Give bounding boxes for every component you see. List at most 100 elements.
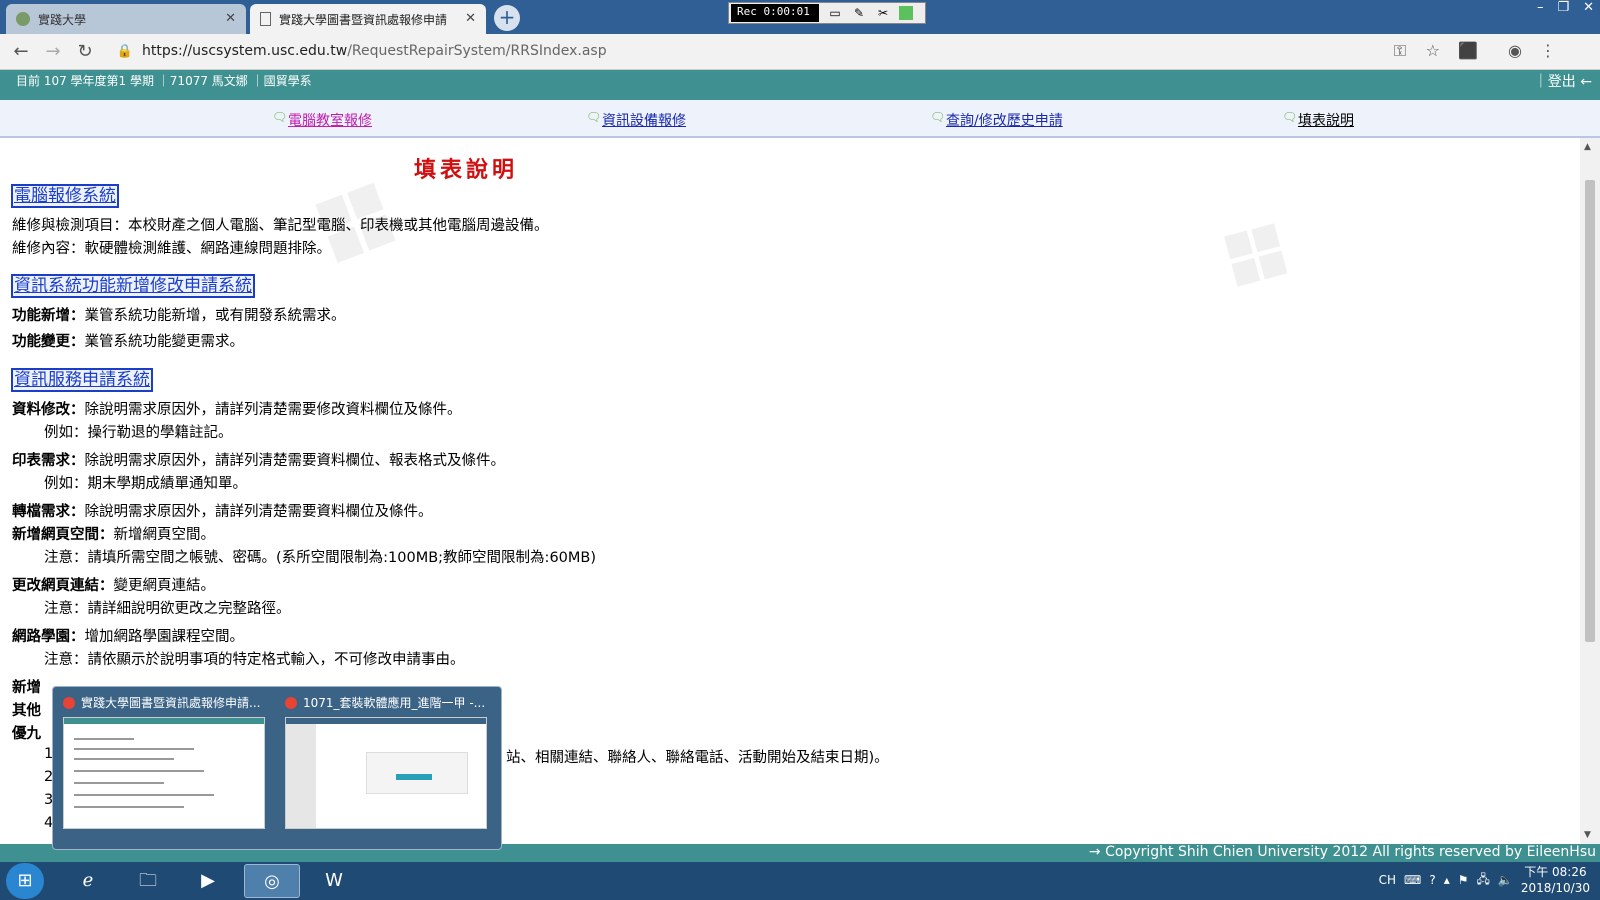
text-line: 更改網頁連結：變更網頁連結。 <box>12 574 215 595</box>
close-icon[interactable]: ✕ <box>225 11 236 26</box>
pdf-icon[interactable]: ⬛ <box>1458 41 1478 60</box>
word-taskbar-icon[interactable]: W <box>306 864 362 898</box>
clock-date: 2018/10/30 <box>1520 881 1590 895</box>
text-line: 其他 <box>12 703 41 719</box>
scroll-down-icon[interactable]: ▼ <box>1584 830 1591 840</box>
section-computer-repair[interactable]: 電腦報修系統 <box>11 184 119 208</box>
tab-usc[interactable]: 實踐大學 ✕ <box>6 4 246 34</box>
back-icon[interactable]: ← <box>10 41 32 62</box>
text-line: 新增 <box>12 680 41 696</box>
menu-history-query[interactable]: 🗨查詢/修改歷史申請 <box>930 110 1063 130</box>
tray-expand-icon[interactable]: ▴ <box>1444 873 1450 887</box>
flag-icon[interactable]: ⚑ <box>1458 873 1469 887</box>
explorer-taskbar-icon[interactable]: 🗀 <box>120 864 176 898</box>
mini-line <box>74 770 204 772</box>
thumbnail-title-text: 實踐大學圖書暨資訊處報修申請... <box>81 696 261 710</box>
screen-icon[interactable]: ▭ <box>827 6 843 20</box>
text-value: 除說明需求原因外，請詳列清楚需要修改資料欄位及條件。 <box>84 402 462 418</box>
recorder-time: Rec 0:00:01 <box>731 4 819 22</box>
minimize-button[interactable]: – <box>1537 0 1544 18</box>
tab-label: 實踐大學 <box>38 12 87 27</box>
keyboard-icon[interactable]: ⌨ <box>1404 873 1421 887</box>
language-indicator[interactable]: CH <box>1379 873 1396 887</box>
page-scrollbar[interactable]: ▲ ▼ <box>1580 138 1600 844</box>
logout-link[interactable]: ｜登出 ← <box>1534 71 1592 91</box>
text-value: 除說明需求原因外，請詳列清楚需要資料欄位、報表格式及條件。 <box>84 453 506 469</box>
key-icon[interactable]: ⚿ <box>1394 41 1406 61</box>
text-key: 資料修改： <box>12 402 85 418</box>
thumbnail-title: 實踐大學圖書暨資訊處報修申請... <box>63 693 269 713</box>
volume-icon[interactable]: 🔈 <box>1498 873 1513 887</box>
menu-label: 填表說明 <box>1298 113 1354 129</box>
url-host: https://uscsystem.usc.edu.tw <box>142 43 348 59</box>
media-player-taskbar-icon[interactable]: ▶ <box>180 864 236 898</box>
comment-icon: 🗨 <box>1282 110 1298 124</box>
text-value: 業管系統功能新增，或有開發系統需求。 <box>84 308 346 324</box>
comment-icon: 🗨 <box>272 110 288 124</box>
star-icon[interactable]: ☆ <box>1426 41 1440 60</box>
thumbnail-title-text: 1071_套裝軟體應用_進階一甲 -... <box>303 696 486 710</box>
menu-instructions[interactable]: 🗨填表說明 <box>1282 110 1354 130</box>
mini-button <box>396 774 432 780</box>
text-line: 注意：請詳細說明欲更改之完整路徑。 <box>44 601 291 617</box>
section-it-service-request[interactable]: 資訊服務申請系統 <box>11 368 153 392</box>
text-line: 功能變更：業管系統功能變更需求。 <box>12 330 244 351</box>
menu-dots-icon[interactable]: ⋮ <box>1540 41 1556 60</box>
mini-bar <box>286 718 486 724</box>
green-square-icon[interactable] <box>899 6 913 20</box>
scissors-icon[interactable]: ✂ <box>875 6 891 20</box>
lock-icon: 🔒 <box>116 44 134 59</box>
thumbnail-title: 1071_套裝軟體應用_進階一甲 -... <box>285 693 491 713</box>
text-key: 轉檔需求： <box>12 504 85 520</box>
tab-repair-system[interactable]: 實踐大學圖書暨資訊處報修申請 ✕ <box>250 4 486 34</box>
menu-label: 資訊設備報修 <box>602 113 686 129</box>
text-line: 印表需求：除說明需求原因外，請詳列清楚需要資料欄位、報表格式及條件。 <box>12 449 505 470</box>
text-line: 轉檔需求：除說明需求原因外，請詳列清楚需要資料欄位及條件。 <box>12 500 433 521</box>
screen-recorder-toolbar: Rec 0:00:01 ▭ ✎ ✂ <box>728 2 926 24</box>
comment-icon: 🗨 <box>930 110 946 124</box>
text-line: 注意：請填所需空間之帳號、密碼。(系所空間限制為:100MB;教師空間限制為:6… <box>44 550 597 566</box>
scroll-thumb[interactable] <box>1585 180 1595 642</box>
reload-icon[interactable]: ↻ <box>74 41 96 62</box>
windows-taskbar: ⊞ ℯ 🗀 ▶ ◎ W CH ⌨ ? ▴ ⚑ 🖧 🔈 下午 08:26 2018… <box>0 862 1600 900</box>
help-icon[interactable]: ? <box>1429 873 1435 887</box>
mini-line <box>74 806 184 808</box>
user-info-bar: 目前 107 學年度第1 學期 ｜71077 馬文娜 ｜國貿學系 ｜登出 ← <box>0 70 1600 100</box>
text-value: 變更網頁連結。 <box>113 578 216 594</box>
ie-taskbar-icon[interactable]: ℯ <box>60 864 116 898</box>
text-key: 網路學園： <box>12 629 85 645</box>
clock[interactable]: 下午 08:26 2018/10/30 <box>1521 864 1590 896</box>
url-path: /RequestRepairSystem/RRSIndex.asp <box>347 43 607 59</box>
account-icon[interactable]: ◉ <box>1508 41 1522 60</box>
new-tab-button[interactable]: + <box>494 5 520 31</box>
mini-sidebar <box>286 724 316 828</box>
text-value: 業管系統功能變更需求。 <box>84 334 245 350</box>
chrome-taskbar-icon[interactable]: ◎ <box>244 864 300 898</box>
thumbnail-repair-window[interactable]: 實踐大學圖書暨資訊處報修申請... <box>63 693 269 841</box>
text-key: 功能新增： <box>12 308 85 324</box>
semester-user-info: 目前 107 學年度第1 學期 ｜71077 馬文娜 ｜國貿學系 <box>16 74 312 88</box>
text-value: 除說明需求原因外，請詳列清楚需要資料欄位及條件。 <box>84 504 433 520</box>
pencil-icon[interactable]: ✎ <box>851 6 867 20</box>
mini-line <box>74 758 174 760</box>
start-button[interactable]: ⊞ <box>6 863 44 899</box>
network-icon[interactable]: 🖧 <box>1476 870 1489 891</box>
url-field[interactable]: https://uscsystem.usc.edu.tw/RequestRepa… <box>142 43 607 59</box>
close-window-button[interactable]: ✕ <box>1583 0 1594 18</box>
text-line: 站、相關連結、聯絡人、聯絡電話、活動開始及結束日期)。 <box>506 750 889 766</box>
text-line: 維修與檢測項目：本校財產之個人電腦、筆記型電腦、印表機或其他電腦周邊設備。 <box>12 218 549 234</box>
scroll-up-icon[interactable]: ▲ <box>1584 142 1591 152</box>
forward-icon[interactable]: → <box>42 41 64 62</box>
text-key: 功能變更： <box>12 334 85 350</box>
text-line: 網路學園：增加網路學園課程空間。 <box>12 625 244 646</box>
window-controls: – ❐ ✕ <box>1537 0 1594 18</box>
text-line: 資料修改：除說明需求原因外，請詳列清楚需要修改資料欄位及條件。 <box>12 398 462 419</box>
restore-button[interactable]: ❐ <box>1557 0 1569 18</box>
menu-it-equipment-repair[interactable]: 🗨資訊設備報修 <box>586 110 686 130</box>
menu-label: 查詢/修改歷史申請 <box>946 113 1063 129</box>
tab-label: 實踐大學圖書暨資訊處報修申請 <box>279 12 448 27</box>
section-system-feature-request[interactable]: 資訊系統功能新增修改申請系統 <box>11 274 255 298</box>
thumbnail-course-window[interactable]: 1071_套裝軟體應用_進階一甲 -... <box>285 693 491 841</box>
menu-computer-classroom-repair[interactable]: 🗨電腦教室報修 <box>272 110 372 130</box>
close-icon[interactable]: ✕ <box>465 11 476 26</box>
